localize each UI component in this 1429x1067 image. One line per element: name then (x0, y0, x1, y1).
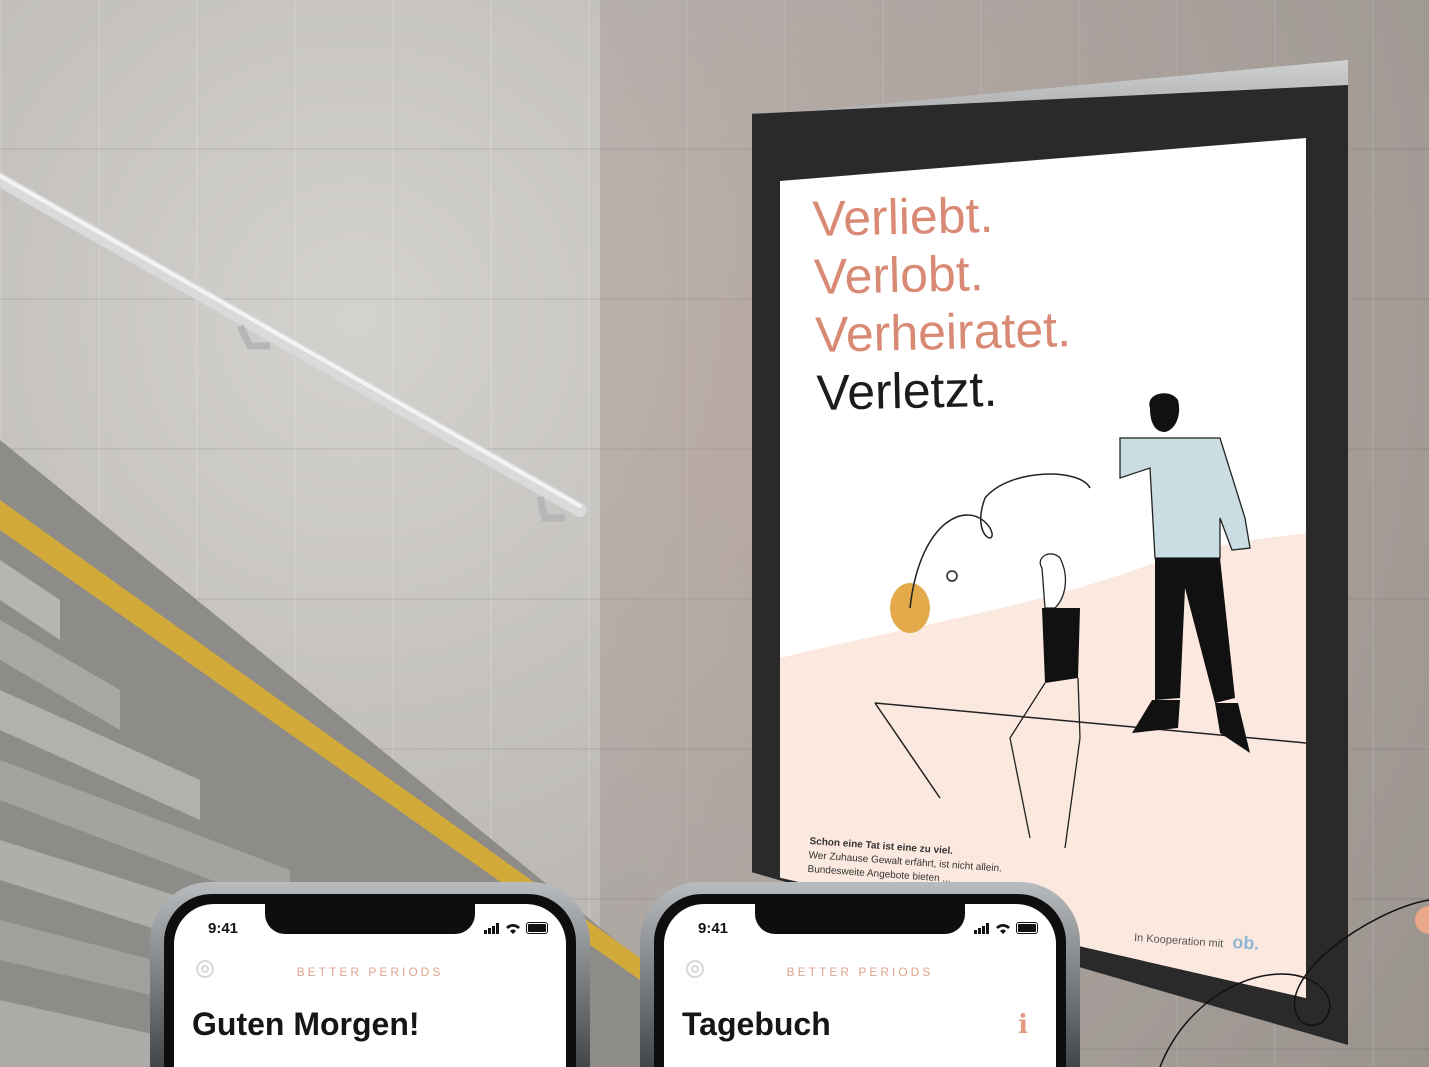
status-time: 9:41 (698, 920, 729, 937)
phone-screen: 9:41 BETTER PERIODS Tagebuch i (664, 904, 1056, 1067)
page-title: Guten Morgen! (192, 1006, 420, 1042)
headline-line-2: Verlobt. (813, 245, 985, 305)
small-circle (946, 570, 958, 582)
battery-icon (526, 922, 548, 934)
headline-line-1: Verliebt. (812, 186, 994, 247)
wifi-icon (996, 923, 1010, 934)
phone-screen: 9:41 BETTER PERIODS Guten Morgen! (174, 904, 566, 1067)
wifi-icon (506, 923, 520, 934)
battery-icon (1016, 922, 1038, 934)
handrail (0, 173, 587, 517)
phone-notch (265, 904, 475, 934)
status-time: 9:41 (208, 920, 239, 937)
page-title: Tagebuch (682, 1006, 831, 1042)
headline-line-4: Verletzt. (815, 360, 998, 421)
info-icon[interactable]: i (1018, 1010, 1028, 1040)
signal-icon (484, 922, 499, 934)
phone-mockup-right: 9:41 BETTER PERIODS Tagebuch i (640, 882, 1080, 1067)
signal-icon (974, 922, 989, 934)
status-icons (974, 922, 1038, 934)
phone-mockup-left: 9:41 BETTER PERIODS Guten Morgen! (150, 882, 590, 1067)
phone-bezel: 9:41 BETTER PERIODS Tagebuch i (654, 894, 1066, 1067)
app-brand: BETTER PERIODS (296, 965, 444, 979)
handrail-highlight (0, 174, 582, 508)
headline-line-3: Verheiratet. (814, 301, 1072, 363)
phone-notch (755, 904, 965, 934)
app-brand: BETTER PERIODS (786, 965, 934, 979)
phone-bezel: 9:41 BETTER PERIODS Guten Morgen! (164, 894, 576, 1067)
decorative-line (1159, 899, 1429, 1067)
poster-headline: Verliebt. Verlobt. Verheiratet. Verletzt… (812, 184, 1073, 422)
status-icons (484, 922, 548, 934)
photo-scene: Verliebt. Verlobt. Verheiratet. Verletzt… (0, 0, 1429, 1067)
